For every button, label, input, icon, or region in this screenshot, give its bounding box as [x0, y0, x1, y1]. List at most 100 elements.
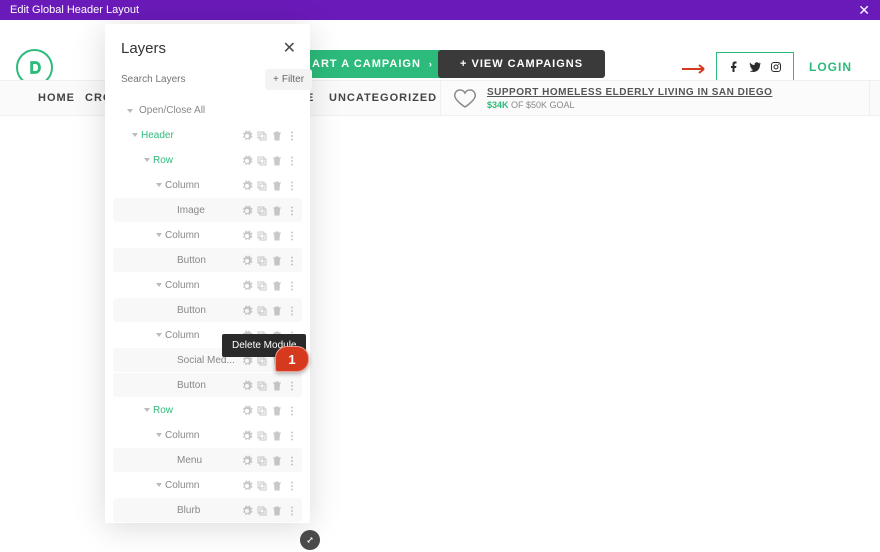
duplicate-icon[interactable] — [256, 404, 268, 416]
gear-icon[interactable] — [241, 479, 253, 491]
trash-icon[interactable] — [271, 429, 283, 441]
more-icon[interactable] — [286, 204, 298, 216]
duplicate-icon[interactable] — [256, 279, 268, 291]
layer-column[interactable]: Column — [113, 273, 302, 297]
nav-uncategorized[interactable]: UNCATEGORIZED — [329, 92, 437, 104]
duplicate-icon[interactable] — [256, 429, 268, 441]
more-icon[interactable] — [286, 404, 298, 416]
layer-row[interactable]: Row — [113, 398, 302, 422]
more-icon[interactable] — [286, 154, 298, 166]
start-campaign-label: ART A CAMPAIGN — [312, 58, 421, 70]
start-campaign-button[interactable]: ART A CAMPAIGN › — [302, 50, 449, 78]
gear-icon[interactable] — [241, 304, 253, 316]
instagram-icon[interactable] — [770, 60, 782, 78]
gear-icon[interactable] — [241, 454, 253, 466]
trash-icon[interactable] — [271, 454, 283, 466]
layer-button[interactable]: Button — [113, 373, 302, 397]
trash-icon[interactable] — [271, 279, 283, 291]
trash-icon[interactable] — [271, 504, 283, 516]
chevron-down-icon[interactable] — [132, 133, 138, 137]
duplicate-icon[interactable] — [256, 379, 268, 391]
layer-column[interactable]: Column — [113, 173, 302, 197]
more-icon[interactable] — [286, 429, 298, 441]
gear-icon[interactable] — [241, 204, 253, 216]
layer-column[interactable]: Column — [113, 473, 302, 497]
heart-icon — [453, 86, 477, 110]
duplicate-icon[interactable] — [256, 454, 268, 466]
layer-column[interactable]: Column — [113, 223, 302, 247]
gear-icon[interactable] — [241, 379, 253, 391]
gear-icon[interactable] — [241, 279, 253, 291]
duplicate-icon[interactable] — [256, 479, 268, 491]
layers-panel: Layers ✕ +Filter Open/Close All HeaderRo… — [105, 24, 310, 523]
duplicate-icon[interactable] — [256, 129, 268, 141]
trash-icon[interactable] — [271, 379, 283, 391]
chevron-right-icon: › — [429, 59, 433, 69]
close-icon[interactable]: ✕ — [858, 2, 870, 19]
chevron-down-icon[interactable] — [156, 483, 162, 487]
gear-icon[interactable] — [241, 129, 253, 141]
view-campaigns-button[interactable]: + VIEW CAMPAIGNS — [438, 50, 605, 78]
trash-icon[interactable] — [271, 254, 283, 266]
duplicate-icon[interactable] — [256, 229, 268, 241]
close-panel-icon[interactable]: ✕ — [283, 38, 296, 58]
chevron-down-icon[interactable] — [144, 408, 150, 412]
more-icon[interactable] — [286, 229, 298, 241]
layer-column[interactable]: Column — [113, 423, 302, 447]
gear-icon[interactable] — [241, 229, 253, 241]
chevron-down-icon[interactable] — [156, 233, 162, 237]
gear-icon[interactable] — [241, 429, 253, 441]
chevron-down-icon[interactable] — [156, 333, 162, 337]
more-icon[interactable] — [286, 304, 298, 316]
campaign-title[interactable]: SUPPORT HOMELESS ELDERLY LIVING IN SAN D… — [487, 87, 772, 98]
more-icon[interactable] — [286, 454, 298, 466]
trash-icon[interactable] — [271, 404, 283, 416]
more-icon[interactable] — [286, 504, 298, 516]
layer-header[interactable]: Header — [113, 123, 302, 147]
layer-blurb[interactable]: Blurb — [113, 498, 302, 522]
global-header-edit-bar: Edit Global Header Layout ✕ — [0, 0, 880, 20]
more-icon[interactable] — [286, 379, 298, 391]
duplicate-icon[interactable] — [256, 204, 268, 216]
gear-icon[interactable] — [241, 504, 253, 516]
layer-menu[interactable]: Menu — [113, 448, 302, 472]
more-icon[interactable] — [286, 479, 298, 491]
trash-icon[interactable] — [271, 304, 283, 316]
gear-icon[interactable] — [241, 254, 253, 266]
resize-handle[interactable] — [300, 530, 320, 550]
trash-icon[interactable] — [271, 204, 283, 216]
gear-icon[interactable] — [241, 154, 253, 166]
duplicate-icon[interactable] — [256, 154, 268, 166]
chevron-down-icon[interactable] — [156, 283, 162, 287]
chevron-down-icon[interactable] — [156, 433, 162, 437]
facebook-icon[interactable] — [728, 60, 740, 78]
duplicate-icon[interactable] — [256, 304, 268, 316]
nav-home[interactable]: HOME — [38, 92, 75, 104]
login-link[interactable]: LOGIN — [809, 60, 852, 74]
layer-button[interactable]: Button — [113, 298, 302, 322]
trash-icon[interactable] — [271, 129, 283, 141]
open-close-all-toggle[interactable]: Open/Close All — [105, 99, 310, 122]
trash-icon[interactable] — [271, 154, 283, 166]
campaign-amount: $34K — [487, 100, 509, 110]
chevron-down-icon[interactable] — [156, 183, 162, 187]
duplicate-icon[interactable] — [256, 504, 268, 516]
more-icon[interactable] — [286, 179, 298, 191]
layer-row[interactable]: Row — [113, 148, 302, 172]
trash-icon[interactable] — [271, 479, 283, 491]
chevron-down-icon[interactable] — [144, 158, 150, 162]
search-layers-input[interactable] — [115, 68, 259, 91]
duplicate-icon[interactable] — [256, 254, 268, 266]
more-icon[interactable] — [286, 279, 298, 291]
layer-image[interactable]: Image — [113, 198, 302, 222]
twitter-icon[interactable] — [749, 60, 761, 78]
layer-button[interactable]: Button — [113, 248, 302, 272]
filter-button[interactable]: +Filter — [265, 69, 312, 90]
gear-icon[interactable] — [241, 404, 253, 416]
duplicate-icon[interactable] — [256, 179, 268, 191]
more-icon[interactable] — [286, 254, 298, 266]
gear-icon[interactable] — [241, 179, 253, 191]
trash-icon[interactable] — [271, 179, 283, 191]
trash-icon[interactable] — [271, 229, 283, 241]
more-icon[interactable] — [286, 129, 298, 141]
